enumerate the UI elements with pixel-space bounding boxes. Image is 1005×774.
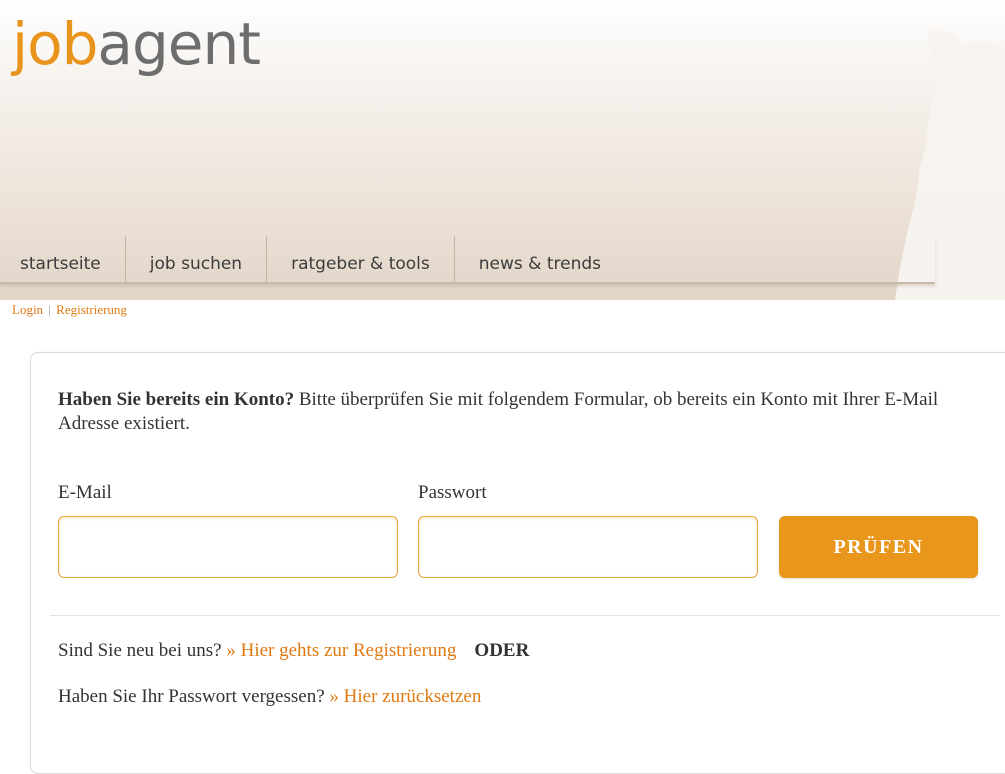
forgot-password-text: Haben Sie Ihr Passwort vergessen? bbox=[58, 686, 330, 707]
logo-agent-text: agent bbox=[97, 10, 261, 78]
forgot-password-line: Haben Sie Ihr Passwort vergessen? » Hier… bbox=[58, 686, 481, 708]
registration-link[interactable]: » Hier gehts zur Registrierung bbox=[226, 640, 456, 661]
email-input[interactable] bbox=[58, 516, 398, 578]
email-label: E-Mail bbox=[58, 482, 112, 503]
logo-job-text: job bbox=[12, 10, 98, 78]
main-nav: startseite job suchen ratgeber & tools n… bbox=[0, 236, 935, 284]
intro-question: Haben Sie bereits ein Konto? bbox=[58, 389, 295, 410]
check-button[interactable]: PRÜFEN bbox=[779, 516, 978, 578]
register-link[interactable]: Registrierung bbox=[56, 302, 127, 317]
nav-item-ratgeber-tools[interactable]: ratgeber & tools bbox=[266, 236, 454, 282]
site-header: jobagent startseite job suchen ratgeber … bbox=[0, 0, 1005, 300]
login-link[interactable]: Login bbox=[12, 302, 43, 317]
password-label: Passwort bbox=[418, 482, 487, 503]
or-text: ODER bbox=[474, 640, 530, 661]
new-user-text: Sind Sie neu bei uns? bbox=[58, 640, 227, 661]
nav-item-news-trends[interactable]: news & trends bbox=[453, 236, 625, 282]
site-logo[interactable]: jobagent bbox=[12, 4, 261, 84]
form-divider bbox=[50, 615, 1000, 616]
nav-item-job-suchen[interactable]: job suchen bbox=[124, 236, 266, 282]
intro-text: Haben Sie bereits ein Konto? Bitte überp… bbox=[58, 388, 988, 436]
auth-links: Login | Registrierung bbox=[12, 302, 127, 318]
password-input[interactable] bbox=[418, 516, 758, 578]
new-user-line: Sind Sie neu bei uns? » Hier gehts zur R… bbox=[58, 640, 529, 662]
nav-item-startseite[interactable]: startseite bbox=[0, 236, 125, 282]
reset-password-link[interactable]: » Hier zurücksetzen bbox=[329, 686, 481, 707]
auth-links-separator: | bbox=[48, 302, 51, 317]
